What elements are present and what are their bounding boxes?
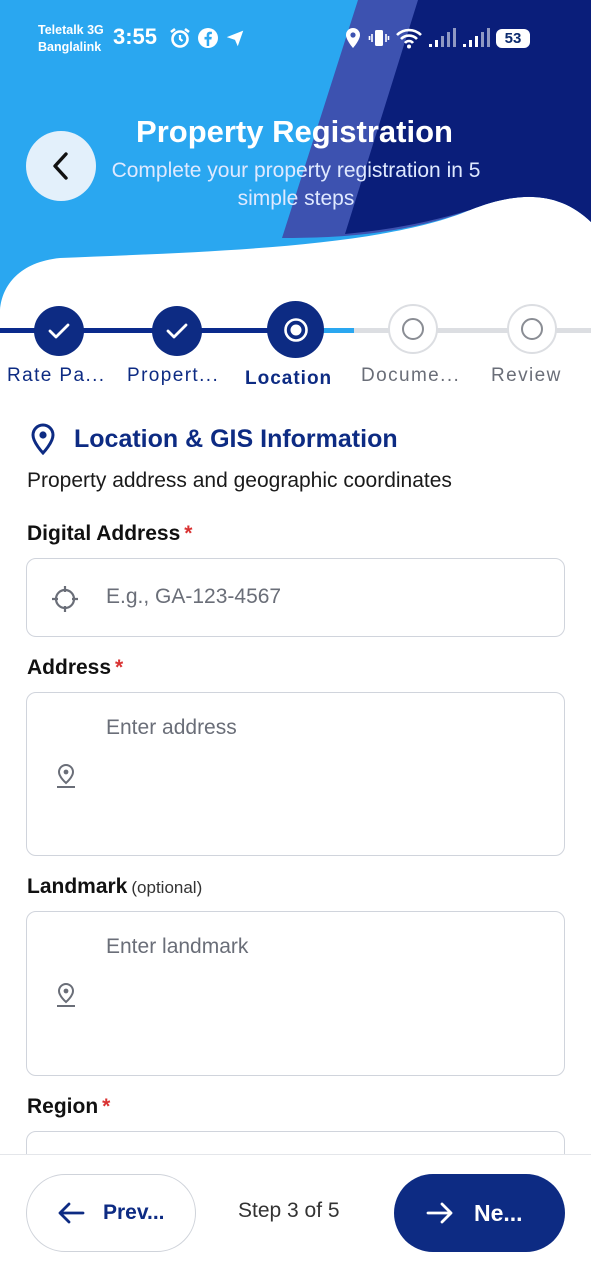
page-title: Property Registration (0, 114, 591, 150)
arrow-left-icon (58, 1202, 85, 1224)
step-4-upcoming[interactable] (388, 304, 438, 354)
radio-selected-icon (283, 317, 308, 342)
step-1-complete[interactable] (34, 306, 84, 356)
region-label: Region * (27, 1095, 110, 1119)
radio-empty-icon (402, 318, 424, 340)
digital-address-label: Digital Address * (27, 522, 192, 546)
step-3-label: Location (245, 368, 333, 389)
step-2-label: Propert... (127, 365, 220, 386)
digital-address-input[interactable]: E.g., GA-123-4567 (26, 558, 565, 637)
previous-button[interactable]: Prev... (26, 1174, 196, 1252)
next-button-label: Ne... (474, 1199, 523, 1226)
step-4-label: Docume... (361, 365, 461, 386)
vibrate-icon (368, 30, 390, 46)
next-button[interactable]: Ne... (394, 1174, 565, 1252)
location-pin-icon (57, 763, 75, 788)
system-icons: 53 (344, 26, 530, 50)
region-label-text: Region (27, 1095, 99, 1118)
location-pin-icon (57, 982, 75, 1007)
required-mark: * (115, 656, 124, 679)
landmark-label: Landmark (optional) (27, 875, 202, 899)
step-5-upcoming[interactable] (507, 304, 557, 354)
carrier-2: Banglalink (38, 40, 102, 54)
radio-empty-icon (521, 318, 543, 340)
chevron-left-icon (53, 152, 68, 180)
section-header: Location & GIS Information (30, 423, 398, 455)
step-5-label: Review (491, 365, 562, 386)
notification-icons (168, 26, 246, 50)
status-time: 3:55 (113, 24, 158, 49)
address-label: Address * (27, 656, 123, 680)
landmark-label-text: Landmark (27, 875, 128, 898)
step-3-current[interactable] (267, 301, 324, 358)
wifi-icon (396, 28, 422, 49)
step-2-complete[interactable] (152, 306, 202, 356)
check-icon (48, 323, 70, 339)
arrow-right-icon (426, 1202, 453, 1224)
status-bar: Teletalk 3G Banglalink 3:55 53 (0, 0, 591, 78)
section-title: Location & GIS Information (74, 424, 398, 453)
previous-button-label: Prev... (103, 1201, 165, 1224)
bottom-navigation-bar: Prev... Step 3 of 5 Ne... (0, 1154, 591, 1280)
page-subtitle: Complete your property registration in 5… (111, 159, 481, 210)
check-icon (166, 323, 188, 339)
section-description: Property address and geographic coordina… (27, 469, 452, 492)
digital-address-label-text: Digital Address (27, 522, 181, 545)
address-label-text: Address (27, 656, 112, 679)
crosshair-icon (52, 586, 78, 612)
required-mark: * (102, 1095, 111, 1118)
battery-level: 53 (496, 28, 530, 48)
step-1-label: Rate Pa... (7, 365, 106, 386)
carrier-names: Teletalk 3G Banglalink (38, 22, 104, 56)
step-indicator: Step 3 of 5 (238, 1199, 340, 1222)
facebook-icon (198, 28, 218, 48)
progress-stepper: Rate Pa... Propert... Location Docume...… (0, 300, 591, 395)
location-status-icon (346, 28, 360, 48)
signal-1-icon (429, 28, 456, 47)
landmark-placeholder: Enter landmark (106, 935, 249, 958)
address-input[interactable]: Enter address (26, 692, 565, 856)
landmark-input[interactable]: Enter landmark (26, 911, 565, 1076)
location-pin-icon (31, 423, 55, 455)
page-title-text: Property Registration (136, 114, 453, 149)
address-placeholder: Enter address (106, 716, 237, 739)
digital-address-placeholder: E.g., GA-123-4567 (106, 585, 282, 608)
alarm-icon (170, 27, 190, 48)
optional-hint: (optional) (131, 878, 203, 897)
carrier-1: Teletalk 3G (38, 23, 104, 37)
send-icon (226, 30, 244, 47)
required-mark: * (184, 522, 193, 545)
signal-2-icon (463, 28, 490, 47)
